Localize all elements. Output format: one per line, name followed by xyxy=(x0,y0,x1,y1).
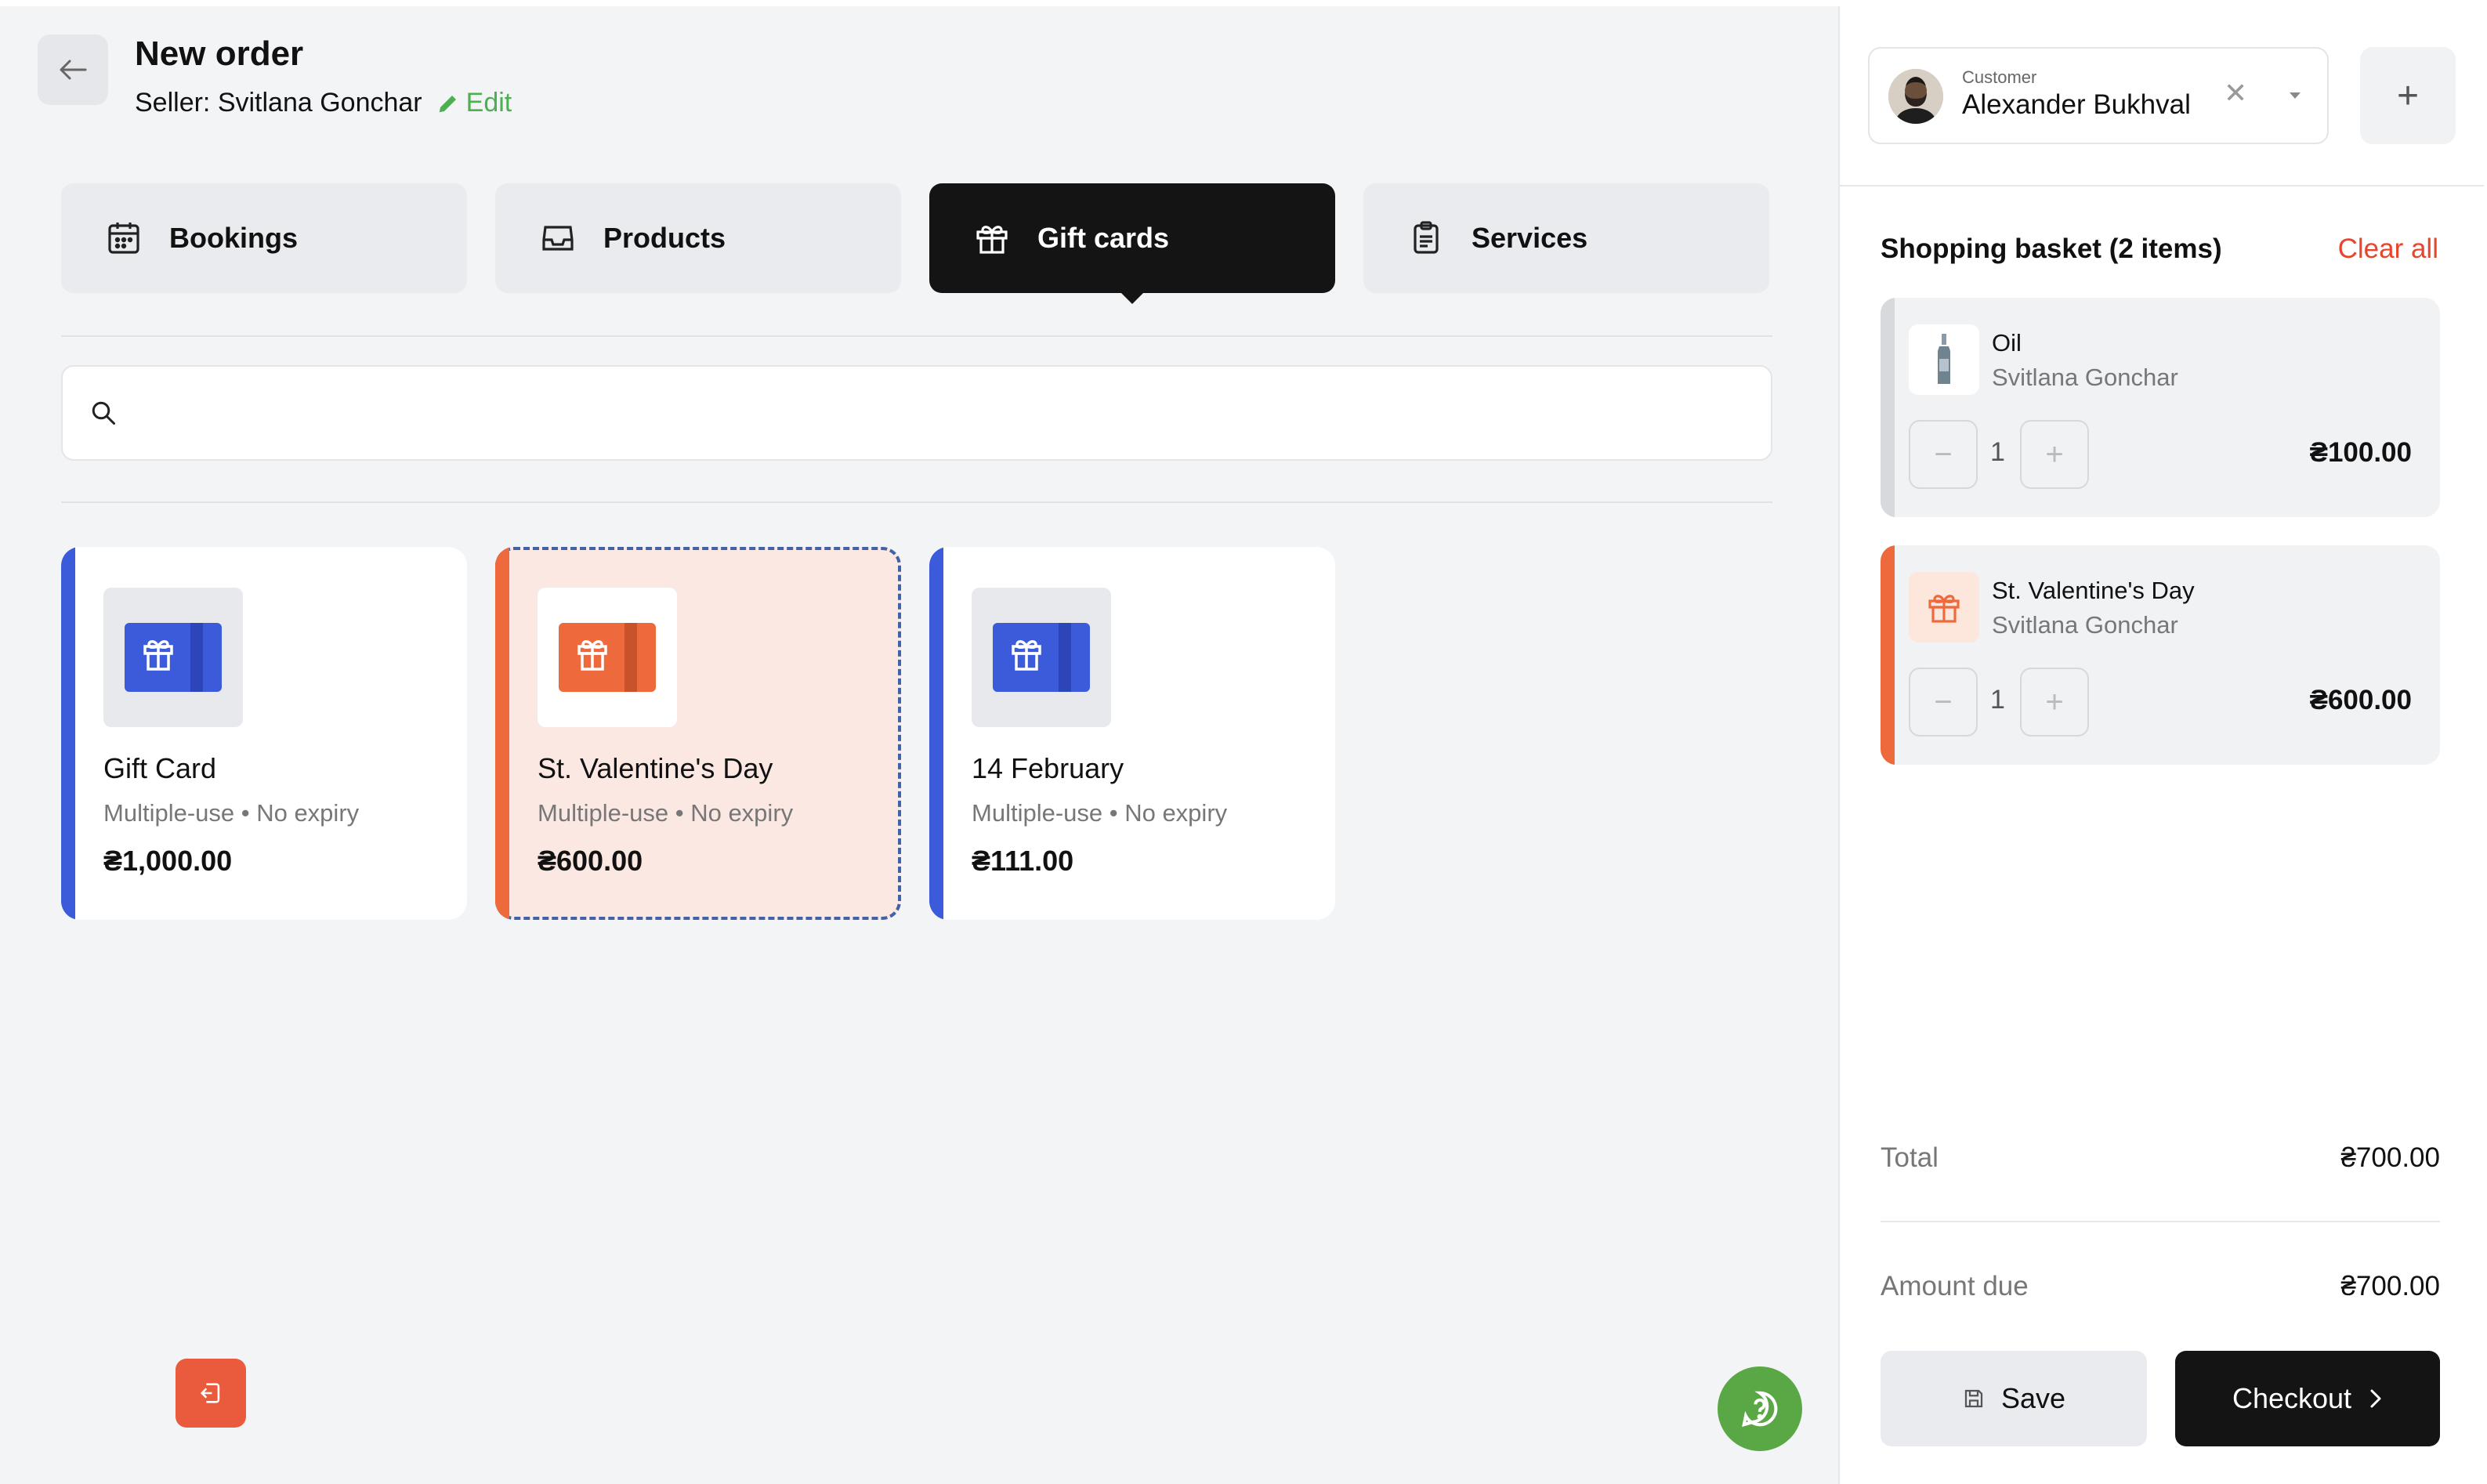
category-tabs: Bookings Products Gift cards Services xyxy=(61,183,1769,304)
card-name: Gift Card xyxy=(103,752,217,784)
tab-label: Bookings xyxy=(169,222,299,254)
edit-seller-button[interactable]: Edit xyxy=(436,88,512,118)
main-panel: New order Seller: Svitlana Gonchar Edit … xyxy=(0,6,1838,1484)
gift-card-icon xyxy=(125,623,222,692)
item-thumbnail xyxy=(1909,572,1979,642)
tab-label: Gift cards xyxy=(1037,222,1170,254)
total-value: ₴700.00 xyxy=(2340,1142,2440,1173)
customer-name: Alexander Bukhval xyxy=(1962,89,2191,120)
quantity-decrease-button[interactable]: − xyxy=(1909,668,1978,737)
back-button[interactable] xyxy=(38,34,108,105)
basket-item: Oil Svitlana Gonchar − 1 + ₴100.00 xyxy=(1881,298,2440,517)
gift-card-icon xyxy=(993,623,1090,692)
checkout-button[interactable]: Checkout xyxy=(2175,1351,2440,1446)
help-chat-button[interactable] xyxy=(1718,1366,1802,1451)
total-row: Total ₴700.00 xyxy=(1881,1142,2440,1174)
card-name: St. Valentine's Day xyxy=(538,752,773,784)
gift-card-grid: Gift Card Multiple-use • No expiry ₴1,00… xyxy=(61,547,1335,920)
logout-icon xyxy=(200,1383,220,1403)
avatar xyxy=(1888,69,1943,124)
card-price: ₴1,000.00 xyxy=(103,845,233,877)
gift-card-tile[interactable]: St. Valentine's Day Multiple-use • No ex… xyxy=(495,547,901,920)
card-meta: Multiple-use • No expiry xyxy=(538,799,794,827)
card-thumbnail xyxy=(538,588,677,727)
amount-due-row: Amount due ₴700.00 xyxy=(1881,1271,2440,1302)
card-stripe xyxy=(61,547,75,920)
divider xyxy=(1881,1221,2440,1222)
save-button[interactable]: Save xyxy=(1881,1351,2147,1446)
search-input[interactable] xyxy=(136,397,1703,429)
card-thumbnail xyxy=(103,588,243,727)
customer-label: Customer xyxy=(1962,67,2037,87)
calendar-icon xyxy=(108,223,139,254)
item-seller: Svitlana Gonchar xyxy=(1992,611,2178,639)
inbox-icon xyxy=(542,226,574,251)
item-thumbnail xyxy=(1909,324,1979,395)
divider xyxy=(61,335,1772,337)
total-label: Total xyxy=(1881,1142,1939,1173)
item-name: St. Valentine's Day xyxy=(1992,577,2195,604)
gift-icon xyxy=(1928,595,1960,623)
app-window: New order Seller: Svitlana Gonchar Edit … xyxy=(0,6,2484,1484)
clear-customer-button[interactable]: ✕ xyxy=(2224,77,2247,110)
tab-label: Services xyxy=(1472,222,1588,254)
order-sidebar: Customer Alexander Bukhval ✕ + Shopping … xyxy=(1838,6,2484,1484)
gift-card-icon xyxy=(559,623,656,692)
gift-card-tile[interactable]: 14 February Multiple-use • No expiry ₴11… xyxy=(929,547,1335,920)
divider xyxy=(1840,185,2484,186)
card-stripe xyxy=(929,547,943,920)
card-price: ₴600.00 xyxy=(538,845,643,877)
amount-due-value: ₴700.00 xyxy=(2340,1271,2440,1301)
customer-select[interactable]: Customer Alexander Bukhval ✕ xyxy=(1868,47,2329,144)
item-stripe xyxy=(1881,298,1895,517)
arrow-left-icon xyxy=(60,60,87,80)
quantity-decrease-button[interactable]: − xyxy=(1909,420,1978,489)
chevron-right-icon xyxy=(2370,1389,2381,1408)
basket-item: St. Valentine's Day Svitlana Gonchar − 1… xyxy=(1881,545,2440,765)
card-name: 14 February xyxy=(972,752,1124,784)
gift-icon xyxy=(976,226,1008,254)
quantity-increase-button[interactable]: + xyxy=(2020,668,2089,737)
edit-label: Edit xyxy=(465,88,512,118)
avatar-icon xyxy=(1888,69,1943,124)
item-quantity: 1 xyxy=(1990,437,2005,467)
item-stripe xyxy=(1881,545,1895,765)
seller-line: Seller: Svitlana Gonchar Edit xyxy=(135,88,512,118)
card-meta: Multiple-use • No expiry xyxy=(103,799,360,827)
page-title: New order xyxy=(135,34,304,73)
help-chat-icon xyxy=(1742,1391,1778,1428)
card-price: ₴111.00 xyxy=(972,845,1074,877)
tab-bookings[interactable]: Bookings xyxy=(61,183,467,293)
pencil-icon xyxy=(439,95,456,112)
seller-label: Seller: Svitlana Gonchar xyxy=(135,88,422,118)
floppy-disk-icon xyxy=(1964,1389,1983,1408)
card-stripe xyxy=(495,547,509,920)
tab-label: Products xyxy=(603,222,726,254)
card-thumbnail xyxy=(972,588,1111,727)
save-label: Save xyxy=(2000,1382,2066,1414)
add-customer-button[interactable]: + xyxy=(2360,47,2456,144)
item-name: Oil xyxy=(1992,329,2022,357)
divider xyxy=(61,501,1772,503)
quantity-increase-button[interactable]: + xyxy=(2020,420,2089,489)
checkout-label: Checkout xyxy=(2232,1382,2352,1414)
chevron-down-icon[interactable] xyxy=(2290,92,2301,99)
amount-due-label: Amount due xyxy=(1881,1271,2029,1301)
item-quantity: 1 xyxy=(1990,685,2005,715)
clear-all-button[interactable]: Clear all xyxy=(2338,233,2438,265)
exit-button[interactable] xyxy=(176,1359,246,1428)
item-seller: Svitlana Gonchar xyxy=(1992,364,2178,391)
tab-gift-cards[interactable]: Gift cards xyxy=(929,183,1335,304)
clipboard-icon xyxy=(1414,221,1439,254)
search-bar[interactable] xyxy=(61,365,1772,461)
bottle-icon xyxy=(1938,334,1950,384)
basket-title: Shopping basket (2 items) xyxy=(1881,233,2222,264)
gift-card-tile[interactable]: Gift Card Multiple-use • No expiry ₴1,00… xyxy=(61,547,467,920)
item-price: ₴600.00 xyxy=(2309,685,2412,715)
card-meta: Multiple-use • No expiry xyxy=(972,799,1228,827)
tab-services[interactable]: Services xyxy=(1363,183,1769,293)
tab-products[interactable]: Products xyxy=(495,183,901,293)
item-price: ₴100.00 xyxy=(2309,437,2412,468)
search-icon xyxy=(92,401,115,425)
